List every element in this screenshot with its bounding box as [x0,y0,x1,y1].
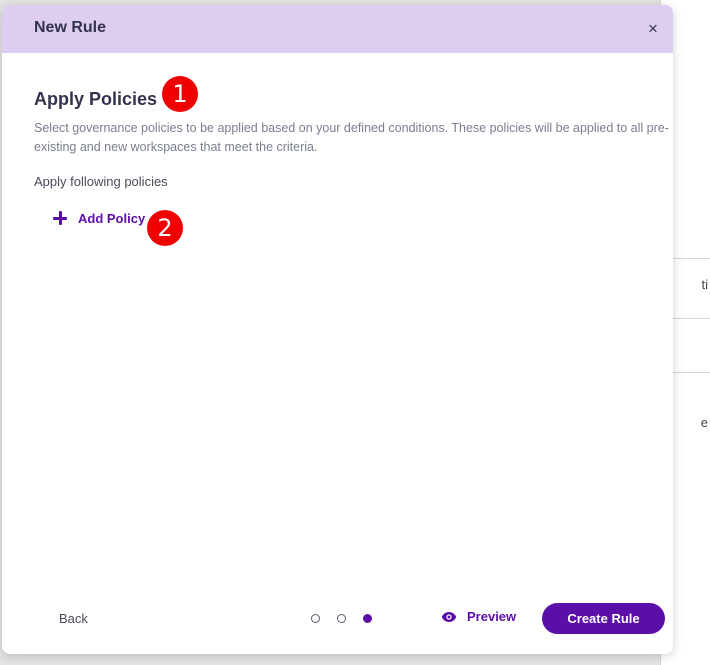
annotation-marker-1: 1 [162,76,198,112]
new-rule-dialog: New Rule × Apply Policies Select governa… [2,5,673,654]
add-policy-label: Add Policy [78,210,146,226]
dialog-header: New Rule × [2,5,673,53]
policies-label: Apply following policies [34,174,168,189]
eye-icon [441,611,457,622]
step-indicator [311,614,372,623]
background-text-fragment: ti [701,277,709,292]
section-title: Apply Policies [34,89,158,109]
close-icon[interactable]: × [641,17,665,41]
section-description: Select governance policies to be applied… [34,121,669,154]
preview-label: Preview [467,609,517,624]
background-text-fragment: e [700,415,708,430]
dialog-title: New Rule [34,19,107,36]
step-dot [337,614,346,623]
annotation-marker-2: 2 [147,210,183,246]
add-policy-button[interactable]: Add Policy [52,208,145,228]
back-button[interactable]: Back [59,611,88,626]
plus-icon [52,210,68,226]
step-dot [363,614,372,623]
preview-button[interactable]: Preview [441,609,516,624]
step-dot [311,614,320,623]
create-rule-button[interactable]: Create Rule [542,603,665,634]
